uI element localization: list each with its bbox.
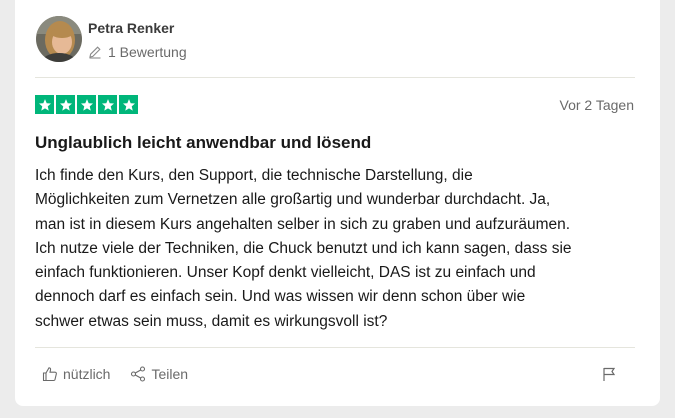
report-flag-button[interactable] bbox=[601, 366, 617, 382]
header-divider bbox=[35, 77, 635, 78]
review-body-line: Möglichkeiten zum Vernetzen alle großart… bbox=[35, 191, 551, 209]
review-count-text: 1 Bewertung bbox=[108, 44, 187, 60]
pencil-icon bbox=[88, 45, 102, 59]
thumbs-up-icon bbox=[42, 367, 57, 382]
star-icon bbox=[77, 95, 96, 114]
review-body-line: Ich nutze viele der Techniken, die Chuck… bbox=[35, 239, 572, 257]
review-body: Ich finde den Kurs, den Support, die tec… bbox=[35, 164, 635, 334]
review-actions: nützlich Teilen bbox=[42, 366, 208, 382]
star-icon bbox=[56, 95, 75, 114]
review-header: Petra Renker 1 Bewertung bbox=[36, 14, 636, 66]
review-body-line: einfach funktionieren. Unser Kopf denkt … bbox=[35, 264, 536, 282]
reviewer-name[interactable]: Petra Renker bbox=[88, 20, 174, 36]
review-title[interactable]: Unglaublich leicht anwendbar und lösend bbox=[35, 133, 371, 153]
user-photo-icon bbox=[36, 16, 82, 62]
review-date: Vor 2 Tagen bbox=[559, 97, 634, 113]
review-body-line: Ich finde den Kurs, den Support, die tec… bbox=[35, 167, 473, 184]
useful-button[interactable]: nützlich bbox=[42, 366, 110, 382]
share-icon bbox=[131, 366, 146, 382]
useful-label: nützlich bbox=[63, 366, 111, 382]
review-body-line: schwer etwas sein muss, damit es wirkung… bbox=[35, 312, 388, 330]
review-card: Petra Renker 1 Bewertung Vor 2 Tagen Ung… bbox=[15, 0, 660, 406]
flag-icon bbox=[603, 367, 616, 381]
star-rating bbox=[35, 95, 138, 114]
star-icon bbox=[98, 95, 117, 114]
star-icon bbox=[35, 95, 54, 114]
footer-divider bbox=[35, 347, 635, 348]
review-body-line: man ist in diesem Kurs angehalten selber… bbox=[35, 215, 571, 233]
reviewer-review-count: 1 Bewertung bbox=[88, 44, 187, 60]
review-body-line: dennoch darf es einfach sein. Und was wi… bbox=[35, 288, 526, 306]
share-button[interactable]: Teilen bbox=[130, 366, 188, 382]
share-label: Teilen bbox=[151, 366, 189, 382]
avatar[interactable] bbox=[36, 16, 82, 62]
star-icon bbox=[119, 95, 138, 114]
